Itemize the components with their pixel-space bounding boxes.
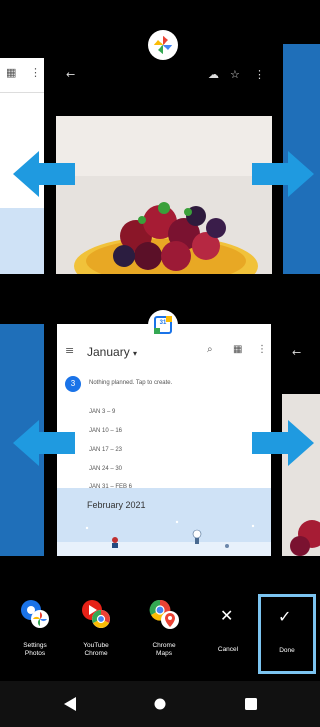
february-panel[interactable]: February 2021 bbox=[57, 488, 271, 556]
app-pair-label: Chrome Maps bbox=[152, 642, 176, 657]
youtube-chrome-icon bbox=[82, 600, 110, 628]
photos-app-card[interactable]: ← ☁ ☆ ⋮ bbox=[56, 58, 272, 274]
swipe-right-arrow-icon bbox=[252, 420, 314, 466]
app-pair-label: YouTube Chrome bbox=[83, 642, 109, 657]
today-badge: 3 bbox=[65, 376, 81, 392]
more-vert-icon[interactable]: ⋮ bbox=[257, 344, 267, 355]
recents-nav-icon[interactable] bbox=[245, 698, 257, 710]
calendar-view-icon[interactable]: ▦ bbox=[233, 344, 242, 355]
more-vert-icon[interactable]: ⋮ bbox=[254, 68, 265, 81]
swipe-right-arrow-icon bbox=[252, 151, 314, 197]
month-label: January bbox=[87, 345, 130, 359]
done-label: Done bbox=[279, 647, 295, 654]
partial-photo bbox=[282, 394, 320, 556]
dropdown-icon: ▾ bbox=[133, 349, 138, 358]
swipe-left-arrow-icon bbox=[13, 151, 75, 197]
settings-photos-icon bbox=[21, 600, 49, 628]
chrome-maps-icon bbox=[149, 599, 179, 629]
more-vert-icon: ⋮ bbox=[30, 66, 41, 79]
navigation-bar bbox=[0, 681, 320, 727]
done-button[interactable]: ✓ Done bbox=[258, 594, 316, 674]
app-pair-label: Settings Photos bbox=[23, 642, 47, 657]
week-range: JAN 10 – 16 bbox=[89, 428, 123, 434]
app-pair-settings-photos[interactable]: Settings Photos bbox=[5, 598, 65, 668]
close-icon: ✕ bbox=[220, 606, 234, 625]
next-month-label: February 2021 bbox=[87, 500, 146, 510]
cloud-icon[interactable]: ☁ bbox=[208, 68, 219, 81]
empty-day-text[interactable]: Nothing planned. Tap to create. bbox=[89, 380, 172, 386]
swipe-left-arrow-icon bbox=[13, 420, 75, 466]
week-range: JAN 17 – 23 bbox=[89, 447, 123, 453]
back-arrow-icon: ← bbox=[292, 346, 302, 359]
google-photos-icon[interactable] bbox=[148, 30, 178, 60]
star-icon[interactable]: ☆ bbox=[230, 68, 240, 81]
calendar-badge-number: 31 bbox=[159, 320, 167, 326]
calendar-icon: ▦ bbox=[6, 66, 17, 79]
week-range: JAN 3 – 9 bbox=[89, 409, 116, 415]
app-pair-chrome-maps[interactable]: Chrome Maps bbox=[134, 598, 194, 668]
winter-illustration bbox=[57, 520, 271, 556]
photos-toolbar bbox=[56, 58, 272, 108]
month-selector[interactable]: January ▾ bbox=[87, 345, 138, 359]
app-pair-youtube-chrome[interactable]: YouTube Chrome bbox=[66, 598, 126, 668]
left-card-blue-area bbox=[0, 208, 44, 274]
cancel-label: Cancel bbox=[217, 646, 239, 653]
calendar-app-card[interactable]: ≡ January ▾ ⌕ ▦ ⋮ 3 Nothing planned. Tap… bbox=[57, 324, 271, 556]
week-range: JAN 24 – 30 bbox=[89, 466, 123, 472]
hamburger-menu-icon[interactable]: ≡ bbox=[65, 344, 74, 357]
search-icon[interactable]: ⌕ bbox=[207, 344, 213, 355]
checkmark-icon: ✓ bbox=[278, 607, 292, 626]
cancel-button[interactable]: ✕ Cancel bbox=[198, 598, 258, 668]
calendar-badge-square: 31 bbox=[154, 316, 172, 334]
back-arrow-icon[interactable]: ← bbox=[66, 68, 75, 81]
back-nav-icon[interactable] bbox=[64, 697, 76, 711]
food-photo bbox=[56, 116, 272, 274]
google-calendar-icon[interactable]: 31 bbox=[148, 310, 178, 340]
home-nav-icon[interactable] bbox=[154, 698, 166, 710]
